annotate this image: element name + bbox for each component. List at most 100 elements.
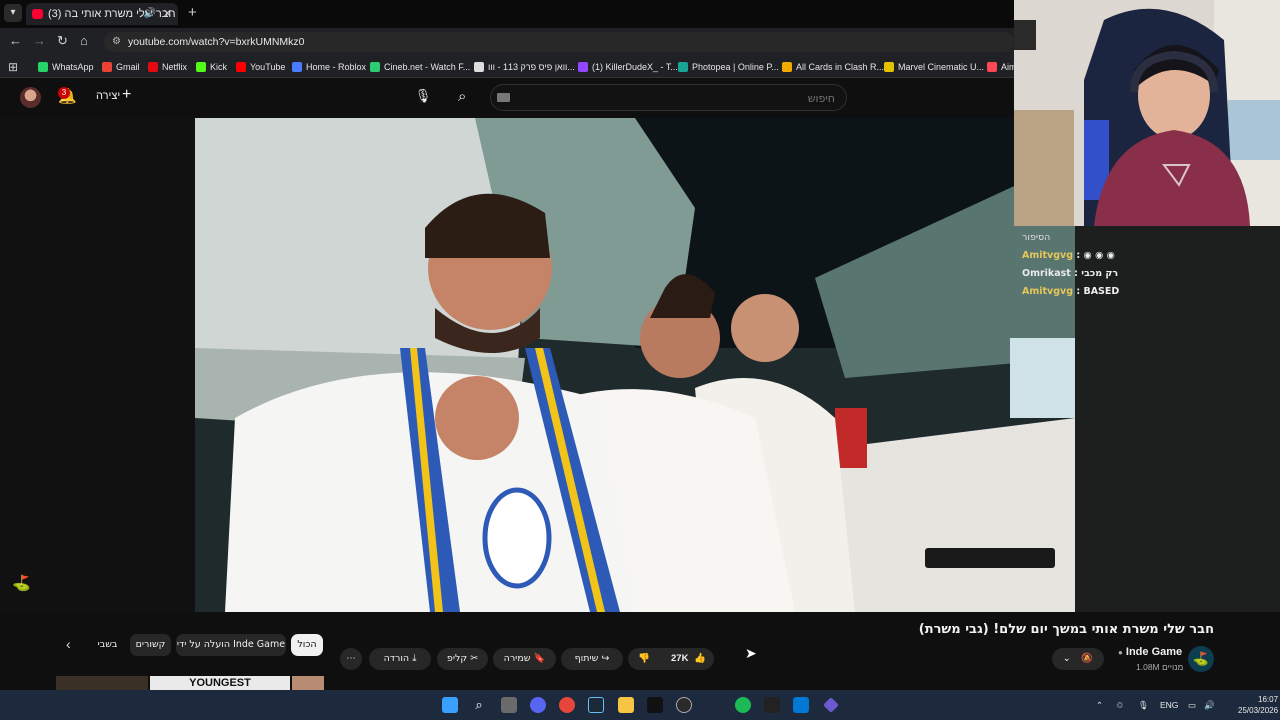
like-icon[interactable]: 👍	[694, 648, 706, 670]
voice-search-mic-icon[interactable]: 🎙	[414, 88, 432, 106]
language-indicator[interactable]: ENG	[1160, 700, 1178, 710]
network-icon[interactable]: ▭	[1188, 700, 1196, 711]
stream-chat-overlay: הסיפור Amitvgvg : ◉ ◉ ◉ Omrikast : רק מכ…	[1014, 226, 1280, 316]
bookmark-label: Netflix	[162, 62, 188, 72]
chat-username: Omrikast	[1022, 268, 1071, 279]
tab-search-button[interactable]: ▾	[4, 4, 22, 22]
site-info-icon[interactable]: ⚙	[112, 32, 121, 52]
save-button[interactable]: שמירה 🔖	[493, 648, 556, 670]
speaker-icon[interactable]: 🔊	[144, 3, 156, 25]
capcut-icon[interactable]	[647, 697, 663, 713]
chat-header: הסיפור	[1022, 232, 1051, 243]
bell-off-icon: 🔕	[1081, 653, 1094, 664]
bookmark-item[interactable]: Gmail	[102, 60, 140, 74]
more-actions-button[interactable]: ⋯	[340, 648, 362, 670]
system-clock[interactable]: 16:07 25/03/2026	[1238, 694, 1278, 716]
bookmark-item[interactable]: Kick	[196, 60, 227, 74]
discord-icon[interactable]	[530, 697, 546, 713]
search-input[interactable]	[517, 89, 835, 107]
steam-icon[interactable]	[588, 697, 604, 713]
bookmark-item[interactable]: (1) KillerDudeX_ - T...	[578, 60, 678, 74]
channel-watermark-icon[interactable]: ⛳	[12, 574, 31, 592]
video-player[interactable]	[195, 118, 1075, 612]
dislike-icon[interactable]: 👎	[638, 648, 650, 670]
account-avatar[interactable]	[20, 87, 41, 108]
like-count[interactable]: 27K	[671, 648, 688, 670]
bookmark-item[interactable]: Aim	[987, 60, 1017, 74]
file-explorer-icon[interactable]	[618, 697, 634, 713]
chat-message: Amitvgvg : ◉ ◉ ◉	[1022, 250, 1115, 261]
chip-uploaded-by[interactable]: הועלה על ידי Inde Game	[176, 634, 286, 656]
share-button[interactable]: שיתוף ↪	[561, 648, 623, 670]
video-frame-image	[195, 118, 1075, 612]
volume-icon[interactable]: 🔊	[1204, 700, 1215, 711]
channel-name[interactable]: ● Inde Game	[1118, 646, 1182, 658]
notepad-icon[interactable]	[793, 697, 809, 713]
create-button[interactable]: יצירה +	[96, 86, 131, 103]
tab-title: (3) חבר שלי משרת אותי בה	[48, 8, 176, 20]
bookmark-item[interactable]: Netflix	[148, 60, 187, 74]
close-tab-icon[interactable]: ✕	[163, 3, 172, 25]
bookmark-favicon-icon	[782, 62, 792, 72]
microphone-icon[interactable]: 🎙	[1138, 700, 1149, 711]
home-icon[interactable]: ⌂	[80, 33, 88, 48]
bookmark-icon: 🔖	[533, 653, 546, 664]
webcam-overlay	[1014, 0, 1280, 226]
bookmark-favicon-icon	[884, 62, 894, 72]
bookmark-item[interactable]: Marvel Cinematic U...	[884, 60, 984, 74]
bookmark-label: Kick	[210, 62, 228, 72]
search-box[interactable]	[490, 84, 847, 111]
bookmark-favicon-icon	[292, 62, 302, 72]
channel-avatar[interactable]: ⛳	[1188, 646, 1214, 672]
tray-app-icon[interactable]: ♲	[1116, 700, 1124, 711]
clip-button[interactable]: קליפ ✂	[437, 648, 488, 670]
chrome-icon[interactable]	[559, 697, 575, 713]
bookmark-item[interactable]: Home - Roblox	[292, 60, 366, 74]
plus-icon: +	[122, 86, 132, 103]
search-icon[interactable]: ⌕	[458, 88, 466, 105]
forward-arrow-icon[interactable]: →	[33, 33, 46, 48]
url-text: youtube.com/watch?v=bxrkUMNMkz0	[128, 36, 305, 48]
bookmark-label: All Cards in Clash R...	[796, 62, 885, 72]
download-button[interactable]: הורדה ⤓	[369, 648, 431, 670]
share-arrow-icon: ↪	[601, 653, 610, 664]
bookmark-item[interactable]: All Cards in Clash R...	[782, 60, 884, 74]
bookmark-label: WhatsApp	[52, 62, 94, 72]
app-diamond-icon[interactable]	[823, 697, 839, 713]
bookmark-label: Marvel Cinematic U...	[898, 62, 985, 72]
address-bar[interactable]: ⚙ youtube.com/watch?v=bxrkUMNMkz0	[104, 32, 1014, 52]
player-left-dark-area	[0, 118, 195, 612]
back-arrow-icon[interactable]: ←	[9, 33, 22, 48]
chat-text: רק מכבי	[1081, 268, 1119, 279]
keyboard-icon[interactable]	[497, 93, 510, 102]
bookmark-item[interactable]: Cineb.net - Watch F...	[370, 60, 470, 74]
chips-scroll-left-icon[interactable]: ‹	[66, 636, 71, 652]
obs-icon[interactable]	[676, 697, 692, 713]
apps-grid-icon[interactable]: ⊞	[8, 60, 18, 74]
next-video-thumbnail[interactable]: YOUNGEST	[56, 676, 324, 690]
windows-start-icon[interactable]	[442, 697, 458, 713]
youtube-favicon-icon	[32, 9, 43, 19]
new-tab-button[interactable]: +	[188, 4, 197, 21]
bookmark-item[interactable]: YouTube	[236, 60, 285, 74]
bookmark-favicon-icon	[678, 62, 688, 72]
chip-related[interactable]: קשורים	[130, 634, 171, 656]
bookmark-label: Photopea | Online P...	[692, 62, 779, 72]
spotify-icon[interactable]	[735, 697, 751, 713]
tray-overflow-icon[interactable]: ⌃	[1096, 700, 1103, 711]
bookmark-item[interactable]: וואן פיס פרק 113 - ווו...	[474, 60, 575, 74]
clock-date: 25/03/2026	[1238, 706, 1279, 715]
bookmark-favicon-icon	[987, 62, 997, 72]
chip-partial[interactable]: בשבי	[90, 634, 125, 656]
reload-icon[interactable]: ↻	[57, 33, 68, 49]
bookmark-label: (1) KillerDudeX_ - T...	[592, 62, 678, 72]
chip-all[interactable]: הכול	[291, 634, 323, 656]
bookmark-item[interactable]: Photopea | Online P...	[678, 60, 779, 74]
bookmark-item[interactable]: WhatsApp	[38, 60, 94, 74]
search-icon[interactable]: ⌕	[471, 697, 487, 713]
browser-tab-active[interactable]: (3) חבר שלי משרת אותי בה 🔊 ✕	[26, 3, 178, 25]
subscribed-button[interactable]: ⌄ 🔕	[1052, 648, 1104, 670]
bookmark-label: וואן פיס פרק 113 - ווו...	[488, 62, 575, 72]
epic-games-icon[interactable]	[764, 697, 780, 713]
task-view-icon[interactable]	[501, 697, 517, 713]
